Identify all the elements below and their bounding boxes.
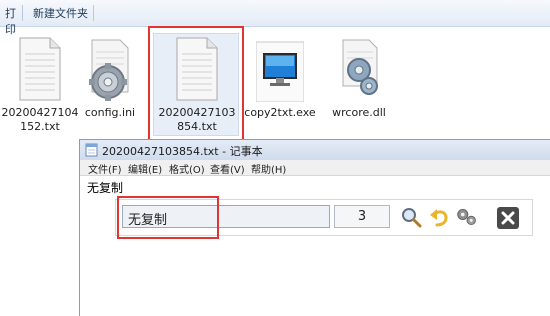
file-item[interactable]: 20200427104152.txt xyxy=(0,36,80,136)
notepad-icon xyxy=(85,143,98,157)
close-button[interactable] xyxy=(497,207,519,229)
file-name: 20200427104152.txt xyxy=(1,106,79,133)
file-item[interactable]: copy2txt.exe xyxy=(240,36,320,136)
menu-bar: 文件(F) 编辑(E) 格式(O) 查看(V) 帮助(H) xyxy=(80,160,550,176)
print-button[interactable]: 打印 xyxy=(0,5,16,37)
match-count: 3 xyxy=(334,205,390,228)
undo-icon[interactable] xyxy=(428,206,450,228)
menu-help[interactable]: 帮助(H) xyxy=(251,161,286,176)
close-icon xyxy=(501,211,515,225)
menu-view[interactable]: 查看(V) xyxy=(210,161,245,176)
monitor-app-icon xyxy=(256,41,304,102)
text-file-icon xyxy=(19,37,61,101)
settings-file-icon xyxy=(89,39,129,101)
notepad-text-content[interactable]: 无复制 xyxy=(87,179,123,196)
file-name: config.ini xyxy=(84,106,136,119)
toolbar-divider xyxy=(93,5,94,21)
explorer-toolbar: 打印 新建文件夹 xyxy=(0,0,550,36)
new-folder-button[interactable]: 新建文件夹 xyxy=(33,5,88,21)
input-highlight-box xyxy=(117,196,219,239)
menu-edit[interactable]: 编辑(E) xyxy=(128,161,162,176)
dll-settings-icon xyxy=(342,39,378,95)
settings-icon[interactable] xyxy=(456,206,478,228)
file-item[interactable]: config.ini xyxy=(70,36,150,136)
toolbar-divider xyxy=(22,5,23,21)
file-name: wrcore.dll xyxy=(332,106,386,119)
search-icon[interactable] xyxy=(400,206,422,228)
window-title: 20200427103854.txt - 记事本 xyxy=(102,145,263,158)
menu-file[interactable]: 文件(F) xyxy=(88,161,122,176)
menu-format[interactable]: 格式(O) xyxy=(169,161,205,176)
file-name: copy2txt.exe xyxy=(244,106,316,119)
file-item[interactable]: wrcore.dll xyxy=(319,36,399,136)
selection-highlight-box xyxy=(148,26,244,142)
notepad-title-bar[interactable]: 20200427103854.txt - 记事本 xyxy=(80,140,550,160)
